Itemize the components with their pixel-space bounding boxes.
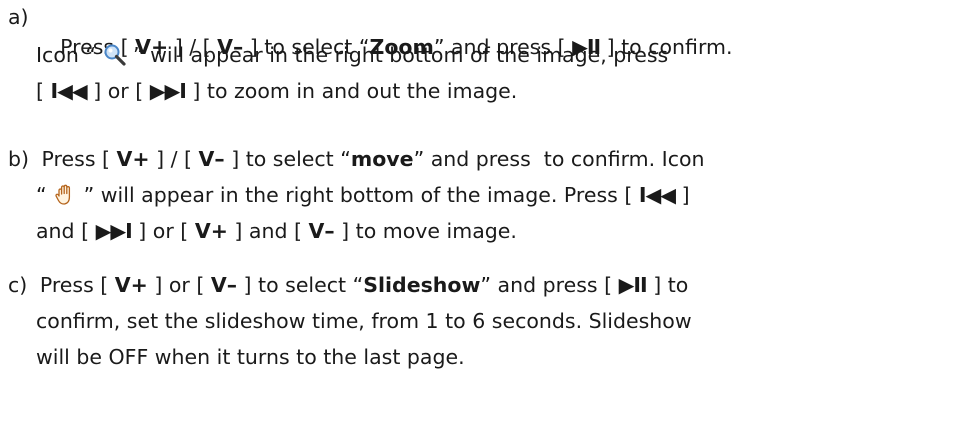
next-icon: ▶▶I (95, 219, 133, 243)
instructions-document: a) Press [ V+ ] / [ V– ] to select “Zoom… (0, 0, 956, 421)
item-b-marker: b) (8, 147, 30, 171)
item-b-line-1: b) Press [ V+ ] / [ V– ] to select “move… (8, 147, 705, 171)
item-a-line-3: [ I◀◀ ] or [ ▶▶I ] to zoom in and out th… (36, 76, 517, 106)
hand-icon (53, 183, 77, 207)
item-a-marker: a) (8, 5, 29, 29)
item-c-line-3: will be OFF when it turns to the last pa… (36, 345, 465, 369)
item-a-line-1: a) Press [ V+ ] / [ V– ] to select “Zoom… (8, 2, 948, 59)
item-b-line-3: and [ ▶▶I ] or [ V+ ] and [ V– ] to move… (36, 216, 517, 246)
previous-icon: I◀◀ (50, 79, 88, 103)
item-c-line-1: c) Press [ V+ ] or [ V– ] to select “Sli… (8, 270, 688, 300)
magnifier-icon (103, 43, 127, 67)
item-c-line-2: confirm, set the slideshow time, from 1 … (36, 309, 692, 333)
item-c-marker: c) (8, 273, 28, 297)
item-a-line-2: Icon “ ” will appear in the right bottom… (36, 43, 669, 67)
play-pause-icon: ▶II (618, 273, 648, 297)
previous-icon: I◀◀ (638, 183, 676, 207)
item-b-line-2: “ ” will appear in the right bottom of t… (36, 180, 690, 210)
next-icon: ▶▶I (149, 79, 187, 103)
